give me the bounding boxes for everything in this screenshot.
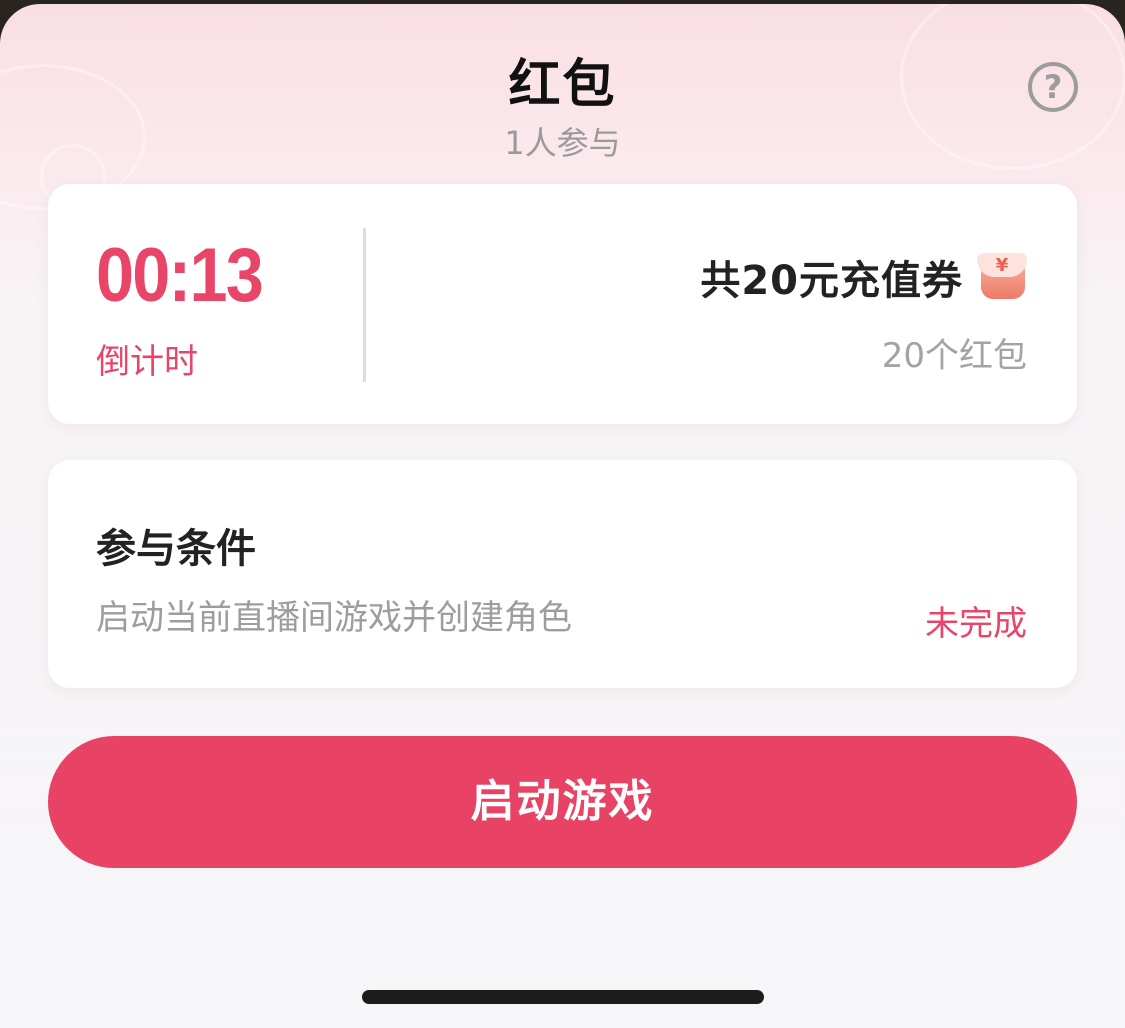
condition-description: 启动当前直播间游戏并创建角色 — [96, 598, 572, 638]
countdown-timer: 00:13 — [96, 233, 264, 318]
participation-condition-card: 参与条件 启动当前直播间游戏并创建角色 未完成 — [48, 460, 1077, 688]
red-packet-sheet: 红包 1人参与 ? 00:13 倒计时 共20元充值券 ¥ 20个红包 参与条件… — [0, 4, 1125, 1028]
vertical-divider — [363, 228, 366, 382]
red-packet-summary-card: 00:13 倒计时 共20元充值券 ¥ 20个红包 — [48, 184, 1077, 424]
condition-title: 参与条件 — [96, 526, 256, 572]
condition-status-badge: 未完成 — [925, 604, 1027, 644]
yen-symbol: ¥ — [995, 255, 1009, 276]
participant-count: 1人参与 — [504, 124, 621, 162]
red-envelope-voucher-icon: ¥ — [977, 253, 1027, 301]
reward-total-row: 共20元充值券 ¥ — [700, 248, 1027, 306]
question-circle-icon[interactable]: ? — [1028, 62, 1078, 112]
page-title: 红包 — [508, 55, 617, 115]
start-game-button[interactable]: 启动游戏 — [48, 736, 1077, 868]
countdown-label: 倒计时 — [96, 342, 198, 382]
packet-count: 20个红包 — [881, 336, 1027, 376]
home-indicator[interactable] — [362, 990, 764, 1004]
reward-total-text: 共20元充值券 — [700, 258, 963, 304]
